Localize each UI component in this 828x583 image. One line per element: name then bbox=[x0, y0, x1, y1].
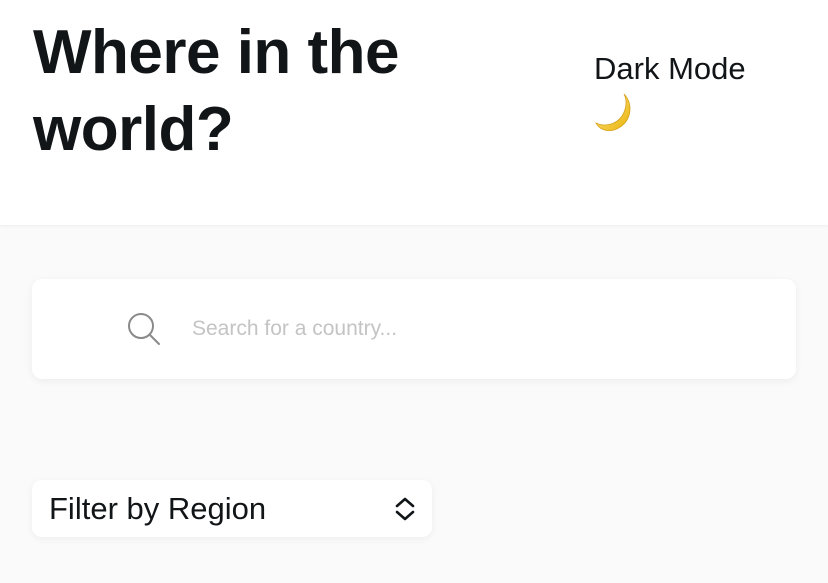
dark-mode-toggle[interactable]: Dark Mode bbox=[594, 50, 784, 134]
region-filter-select[interactable]: Filter by Region bbox=[32, 480, 432, 537]
search-icon bbox=[128, 313, 160, 345]
crescent-moon-icon bbox=[595, 93, 631, 131]
search-box bbox=[32, 279, 796, 379]
dark-mode-label: Dark Mode bbox=[594, 51, 746, 86]
up-down-chevron-icon bbox=[395, 497, 415, 521]
page-title: Where in the world? bbox=[33, 18, 400, 164]
region-filter-label: Filter by Region bbox=[49, 491, 267, 526]
search-input[interactable] bbox=[192, 309, 772, 349]
site-header: Where in the world? Dark Mode bbox=[0, 0, 828, 225]
